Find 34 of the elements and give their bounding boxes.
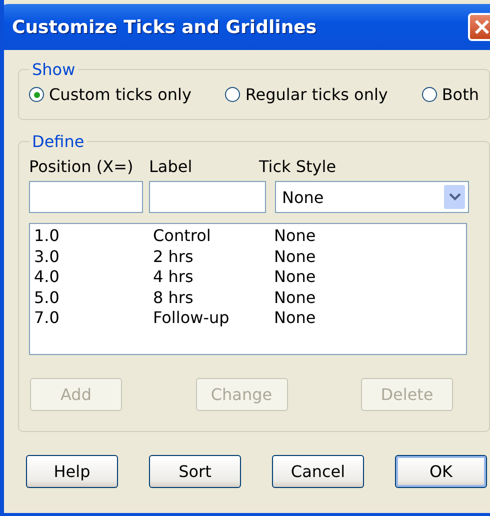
- list-cell-text: 7.0: [34, 308, 60, 328]
- list-cell: None: [274, 267, 316, 288]
- list-cell: None: [274, 226, 316, 246]
- list-cell-text: 1.0: [34, 226, 60, 246]
- list-cell: None: [274, 288, 316, 308]
- dropdown-value: None: [282, 188, 324, 206]
- dialog-button[interactable]: OK: [395, 455, 487, 488]
- field-label: Tick Style: [259, 156, 336, 176]
- list-cell: None: [274, 308, 316, 328]
- radio-option[interactable]: Both: [422, 85, 479, 104]
- label-field[interactable]: [149, 181, 266, 213]
- list-cell-text: 5.0: [34, 288, 60, 308]
- list-cell: None: [274, 246, 316, 267]
- window-title: Customize Ticks and Gridlines: [12, 16, 317, 38]
- list-cell-text: Follow-up: [153, 308, 230, 328]
- list-cell-text: 4 hrs: [153, 267, 194, 288]
- dialog-button[interactable]: Sort: [149, 455, 241, 488]
- position-field[interactable]: [29, 181, 143, 213]
- close-icon: [472, 17, 490, 37]
- field-label: Position (X=): [29, 156, 134, 176]
- list-cell-text: Control: [153, 226, 212, 246]
- dialog-button[interactable]: Cancel: [272, 455, 364, 488]
- group-title: Define: [31, 132, 86, 151]
- field-label: Label: [149, 156, 194, 176]
- list-cell-text: 8 hrs: [153, 288, 194, 308]
- dialog-button[interactable]: Help: [26, 455, 118, 488]
- radio-label: Both: [442, 85, 479, 104]
- list-cell-text: 2 hrs: [153, 246, 194, 267]
- tick-style-dropdown[interactable]: None: [275, 181, 469, 213]
- close-button[interactable]: [468, 13, 490, 41]
- list-cell-text: 3.0: [34, 246, 60, 267]
- list-cell-text: 4.0: [34, 267, 60, 288]
- group-title: Show: [31, 60, 76, 79]
- ticks-list[interactable]: 1.0 Control None 3.0 2 hrs None 4.0 4 hrs None 5.0 8 hrs None 7.0 Follow-up None: [29, 223, 467, 355]
